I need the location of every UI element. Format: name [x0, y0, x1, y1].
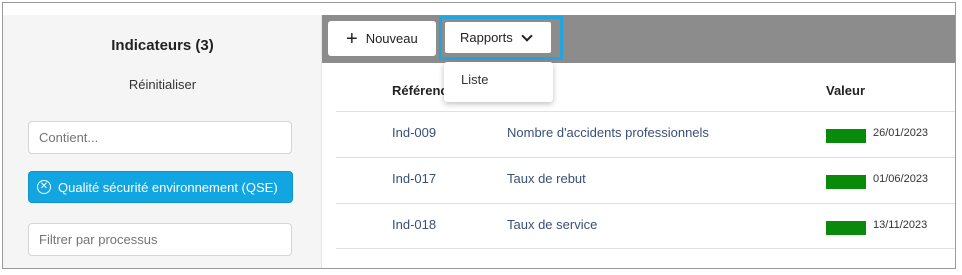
row-date: 01/06/2023	[873, 173, 929, 185]
row-date: 13/11/2023	[873, 219, 928, 231]
status-bar	[826, 175, 866, 189]
filter-panel: Indicateurs (3) Réinitialiser ✕ Qualité …	[3, 15, 322, 268]
table-row[interactable]: Ind-009 Nombre d'accidents professionnel…	[336, 111, 955, 157]
status-bar	[826, 221, 866, 235]
row-name[interactable]: Taux de service	[507, 217, 597, 232]
table-row[interactable]: Ind-017 Taux de rebut 01/06/2023	[336, 157, 955, 203]
row-name[interactable]: Taux de rebut	[507, 171, 586, 186]
close-circle-icon[interactable]: ✕	[37, 180, 51, 194]
new-button[interactable]: + Nouveau	[328, 21, 436, 56]
reset-link[interactable]: Réinitialiser	[3, 77, 322, 92]
reports-button-label: Rapports	[460, 30, 513, 45]
chevron-down-icon	[521, 29, 533, 42]
status-bar	[826, 129, 866, 143]
menu-item-list[interactable]: Liste	[461, 72, 488, 87]
reports-button-focus: Rapports	[439, 16, 563, 60]
toolbar: + Nouveau Rapports	[322, 15, 955, 63]
indicators-title: Indicateurs (3)	[111, 37, 214, 54]
contains-input[interactable]	[28, 121, 292, 154]
column-header-value[interactable]: Valeur	[826, 83, 865, 98]
process-filter-input[interactable]	[28, 223, 292, 256]
row-reference[interactable]: Ind-018	[392, 217, 436, 232]
reports-dropdown-menu: Liste	[444, 62, 553, 102]
plus-icon: +	[346, 27, 358, 50]
new-button-label: Nouveau	[365, 31, 418, 46]
table-row[interactable]: Ind-018 Taux de service 13/11/2023	[336, 203, 955, 249]
row-reference[interactable]: Ind-009	[392, 125, 436, 140]
row-name[interactable]: Nombre d'accidents professionnels	[507, 125, 709, 140]
row-date: 26/01/2023	[873, 127, 929, 139]
active-filter-label: Qualité sécurité environnement (QSE)	[58, 179, 278, 195]
row-reference[interactable]: Ind-017	[392, 171, 436, 186]
reports-button[interactable]: Rapports	[445, 22, 551, 53]
active-filter-chip[interactable]: ✕ Qualité sécurité environnement (QSE)	[28, 171, 293, 203]
app-frame: Indicateurs (3) Réinitialiser ✕ Qualité …	[2, 2, 956, 269]
